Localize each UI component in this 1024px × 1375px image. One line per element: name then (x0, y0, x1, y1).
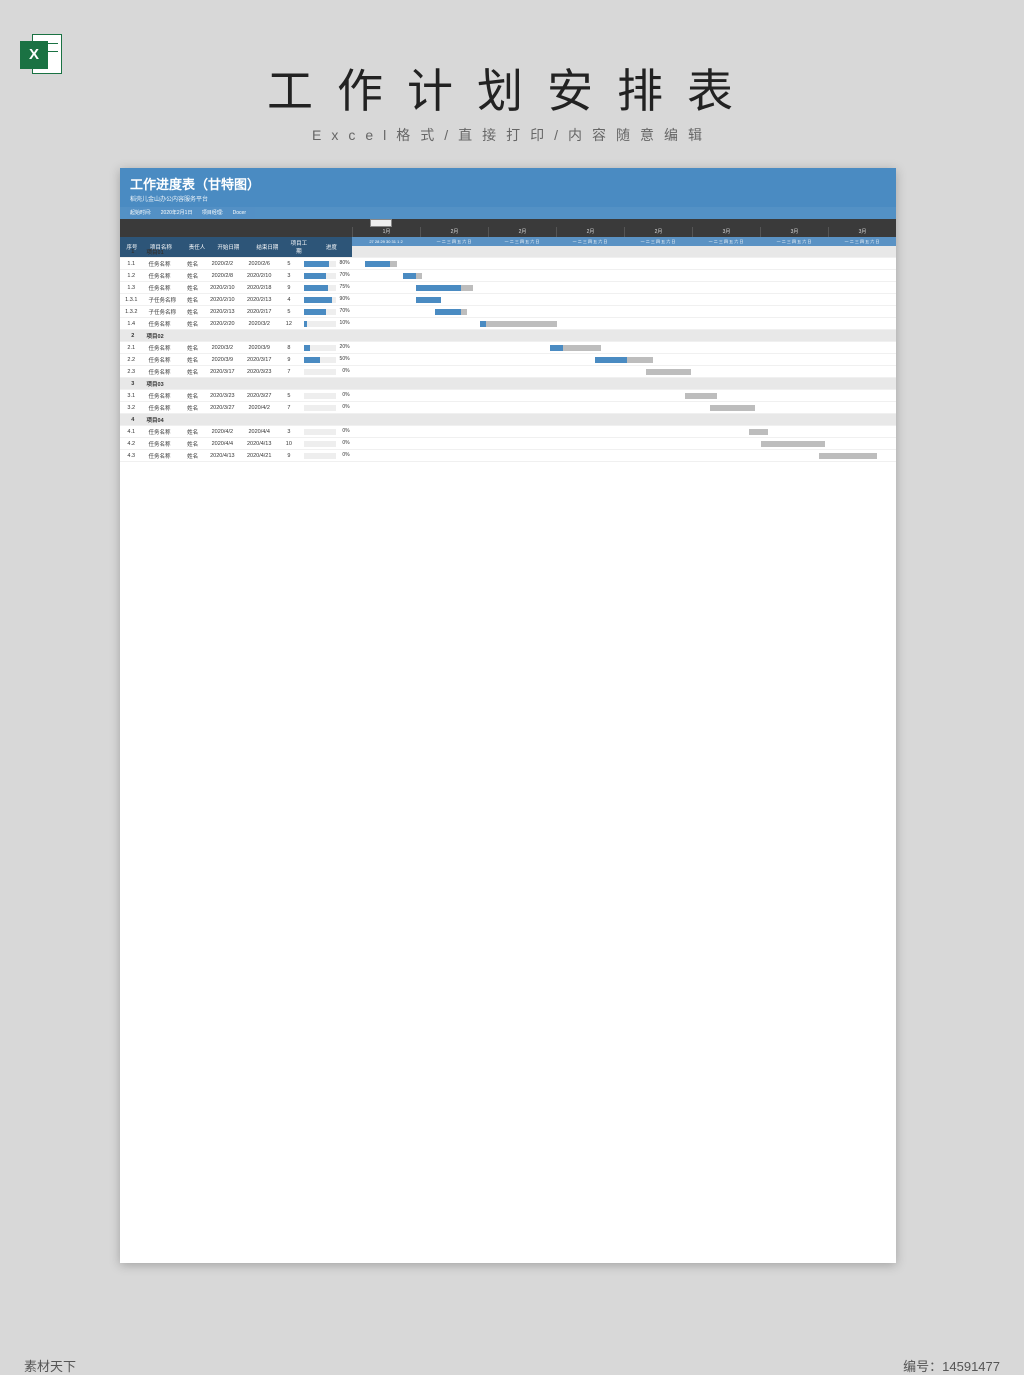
sheet-header: 工作进度表（甘特图） 稻壳儿金山办公内容服务平台 (120, 168, 896, 207)
col-header: 责任人 (185, 237, 209, 257)
week-tick: 一 二 三 四 五 六 日 (828, 237, 896, 246)
task-row: 1.3.1子任务名称姓名2020/2/102020/2/13490% (120, 294, 896, 306)
gantt-month-row: 1月2月2月2月2月3月3月3月 (120, 227, 896, 237)
month-cell: 2月 (420, 227, 488, 237)
meta-time-label: 起始时间: (130, 210, 151, 216)
month-cell: 1月 (352, 227, 420, 237)
week-tick: 一 二 三 四 五 六 日 (760, 237, 828, 246)
task-row: 1.4任务名称姓名2020/2/202020/3/21210% (120, 318, 896, 330)
footer-id-label: 编号： (903, 1359, 942, 1374)
group-row: 3项目03 (120, 378, 896, 390)
footer-id-value: 14591477 (942, 1359, 1000, 1374)
sheet-title: 工作进度表（甘特图） (130, 174, 886, 193)
document-page: 工作进度表（甘特图） 稻壳儿金山办公内容服务平台 起始时间: 2020年2月1日… (120, 168, 896, 1263)
task-row: 3.2任务名称姓名2020/3/272020/4/270% (120, 402, 896, 414)
month-cell: 2月 (556, 227, 624, 237)
month-cell: 2月 (624, 227, 692, 237)
task-table: 1项目011.1任务名称姓名2020/2/22020/2/6580%1.2任务名… (120, 246, 896, 462)
col-header: 开始日期 (209, 237, 248, 257)
scroll-handle[interactable] (370, 219, 392, 227)
sheet-subtitle: 稻壳儿金山办公内容服务平台 (130, 194, 886, 203)
month-cell: 3月 (760, 227, 828, 237)
task-row: 2.1任务名称姓名2020/3/22020/3/9820% (120, 342, 896, 354)
group-row: 2项目02 (120, 330, 896, 342)
sheet-meta-line: 起始时间: 2020年2月1日 项目经理: Docer (120, 207, 896, 219)
gantt-day-row: 序号项目名称责任人开始日期结束日期项目工期进度 27 28 29 30 31 1… (120, 237, 896, 246)
task-row: 1.3任务名称姓名2020/2/102020/2/18975% (120, 282, 896, 294)
meta-owner-value: Docer (233, 210, 246, 216)
week-tick: 一 二 三 四 五 六 日 (692, 237, 760, 246)
task-row: 1.3.2子任务名称姓名2020/2/132020/2/17570% (120, 306, 896, 318)
meta-owner-label: 项目经理: (202, 210, 223, 216)
gantt-scroll-strip[interactable] (120, 219, 896, 227)
month-cell: 2月 (488, 227, 556, 237)
task-row: 1.2任务名称姓名2020/2/82020/2/10370% (120, 270, 896, 282)
group-row: 4项目04 (120, 414, 896, 426)
task-row: 1.1任务名称姓名2020/2/22020/2/6580% (120, 258, 896, 270)
col-header: 项目工期 (287, 237, 311, 257)
task-row: 4.3任务名称姓名2020/4/132020/4/2190% (120, 450, 896, 462)
task-row: 4.2任务名称姓名2020/4/42020/4/13100% (120, 438, 896, 450)
week-tick: 一 二 三 四 五 六 日 (624, 237, 692, 246)
page-subtitle: Excel格式/直接打印/内容随意编辑 (0, 125, 1024, 145)
task-row: 2.3任务名称姓名2020/3/172020/3/2370% (120, 366, 896, 378)
page-title: 工作计划安排表 (0, 55, 1024, 121)
task-row: 4.1任务名称姓名2020/4/22020/4/430% (120, 426, 896, 438)
week-tick: 一 二 三 四 五 六 日 (420, 237, 488, 246)
month-cell: 3月 (828, 227, 896, 237)
task-row: 2.2任务名称姓名2020/3/92020/3/17950% (120, 354, 896, 366)
week-tick: 27 28 29 30 31 1 2 (352, 237, 420, 246)
month-cell: 3月 (692, 227, 760, 237)
col-header: 结束日期 (248, 237, 287, 257)
week-tick: 一 二 三 四 五 六 日 (556, 237, 624, 246)
meta-time-value: 2020年2月1日 (161, 210, 193, 216)
task-row: 3.1任务名称姓名2020/3/232020/3/2750% (120, 390, 896, 402)
col-header: 进度 (311, 237, 352, 257)
week-tick: 一 二 三 四 五 六 日 (488, 237, 556, 246)
